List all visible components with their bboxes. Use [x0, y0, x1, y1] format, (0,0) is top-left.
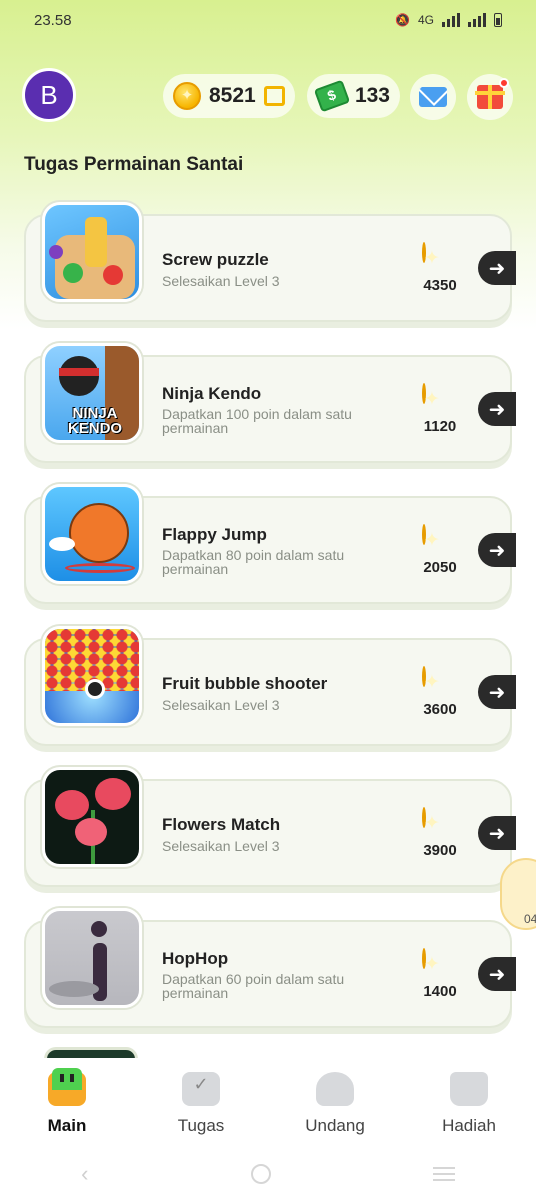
game-card-hophop[interactable]: HopHop Dapatkan 60 poin dalam satu perma… — [24, 908, 516, 1028]
coin-balance[interactable]: 8521 — [163, 74, 295, 118]
reward-coin — [422, 666, 456, 702]
arrow-right-icon: ➜ — [488, 822, 506, 845]
coin-icon — [422, 807, 426, 828]
game-title: Fruit bubble shooter — [162, 674, 328, 693]
gift-icon — [475, 85, 505, 109]
coin-icon — [173, 82, 201, 110]
arrow-right-icon: ➜ — [488, 539, 506, 562]
go-button[interactable]: ➜ — [478, 675, 516, 709]
nav-main[interactable]: Main — [12, 1066, 122, 1142]
game-title: HopHop — [162, 949, 229, 968]
nav-label: Undang — [305, 1116, 365, 1135]
mail-button[interactable] — [410, 74, 456, 120]
reward-coin — [422, 948, 456, 984]
system-nav-bar: ‹ — [0, 1148, 536, 1200]
game-task: Selesaikan Level 3 — [162, 838, 280, 854]
tasks-icon — [182, 1072, 220, 1106]
notification-dot — [499, 78, 509, 88]
network-label: 4G — [417, 13, 434, 27]
wallet-icon — [263, 86, 285, 106]
go-button[interactable]: ➜ — [478, 533, 516, 567]
reward-value: 1120 — [423, 418, 457, 435]
mute-icon: 🔕 — [395, 13, 410, 27]
game-task: Dapatkan 60 poin dalam satu permainan — [162, 971, 345, 1001]
status-bar: 23.58 🔕 4G — [0, 0, 536, 40]
cash-balance-value: 133 — [354, 84, 390, 107]
coin-icon — [422, 666, 426, 687]
game-card-fruit-bubble-shooter[interactable]: Fruit bubble shooter Selesaikan Level 3 … — [24, 626, 516, 746]
go-button[interactable]: ➜ — [478, 251, 516, 285]
signal-icon — [442, 13, 460, 27]
floating-widget-text: 04 — [524, 912, 536, 926]
hophop-thumbnail — [42, 908, 142, 1008]
signal-icon-2 — [468, 13, 486, 27]
coin-icon — [422, 948, 426, 969]
go-button[interactable]: ➜ — [478, 392, 516, 426]
game-card-flappy-jump[interactable]: Flappy Jump Dapatkan 80 poin dalam satu … — [24, 484, 516, 604]
nav-label: Main — [47, 1116, 87, 1135]
coin-balance-value: 8521 — [209, 84, 256, 107]
flappy-jump-thumbnail — [42, 484, 142, 584]
game-title: Flowers Match — [162, 815, 281, 834]
home-icon[interactable] — [250, 1164, 271, 1184]
game-task: Selesaikan Level 3 — [162, 273, 280, 289]
reward-coin — [422, 242, 456, 278]
reward-coin — [422, 524, 456, 560]
nav-undang[interactable]: Undang — [280, 1066, 390, 1142]
game-card-screw-puzzle[interactable]: Screw puzzle Selesaikan Level 3 4350 ➜ — [24, 202, 516, 322]
section-title: Tugas Permainan Santai — [24, 154, 244, 175]
reward-value: 2050 — [423, 559, 457, 576]
nav-tugas[interactable]: Tugas — [146, 1066, 256, 1142]
arrow-right-icon: ➜ — [488, 398, 506, 421]
nav-hadiah[interactable]: Hadiah — [414, 1066, 524, 1142]
coin-icon — [422, 524, 426, 545]
reward-icon — [450, 1072, 488, 1106]
game-task: Selesaikan Level 3 — [162, 697, 280, 713]
invite-icon — [316, 1072, 354, 1106]
arrow-right-icon: ➜ — [488, 681, 506, 704]
game-title: Flappy Jump — [162, 525, 267, 544]
recents-icon[interactable] — [432, 1167, 455, 1181]
arrow-right-icon: ➜ — [488, 257, 506, 280]
gift-button[interactable] — [467, 74, 513, 120]
coin-icon — [422, 383, 426, 404]
game-title: Screw puzzle — [162, 250, 269, 269]
reward-coin — [422, 383, 456, 419]
reward-coin — [422, 807, 456, 843]
bottom-nav: Main Tugas Undang Hadiah — [0, 1058, 536, 1148]
reward-value: 1400 — [423, 983, 457, 1000]
go-button[interactable]: ➜ — [478, 816, 516, 850]
back-icon[interactable]: ‹ — [81, 1161, 88, 1187]
reward-value: 3900 — [423, 842, 457, 859]
game-task: Dapatkan 100 poin dalam satu permainan — [162, 406, 352, 436]
ninja-kendo-thumb-text: NINJA KENDO — [67, 405, 123, 437]
floating-reward-widget[interactable]: 04 — [500, 858, 536, 930]
cash-balance[interactable]: 133 — [307, 74, 400, 118]
status-time: 23.58 — [34, 11, 72, 29]
avatar[interactable]: B — [22, 68, 76, 122]
fruit-bubble-shooter-thumbnail — [42, 626, 142, 726]
status-icons: 🔕 4G — [395, 13, 502, 27]
game-card-ninja-kendo[interactable]: NINJA KENDO Ninja Kendo Dapatkan 100 poi… — [24, 343, 516, 463]
game-task: Dapatkan 80 poin dalam satu permainan — [162, 547, 345, 577]
go-button[interactable]: ➜ — [478, 957, 516, 991]
game-title: Ninja Kendo — [162, 384, 262, 403]
reward-value: 4350 — [423, 277, 457, 294]
ninja-kendo-thumbnail: NINJA KENDO — [42, 343, 142, 443]
top-header: B 8521 133 — [0, 68, 536, 124]
reward-value: 3600 — [423, 701, 457, 718]
battery-icon — [494, 13, 502, 27]
nav-label: Hadiah — [442, 1116, 496, 1135]
arrow-right-icon: ➜ — [488, 963, 506, 986]
nav-label: Tugas — [177, 1116, 225, 1135]
cash-icon — [313, 79, 351, 113]
mail-icon — [419, 87, 447, 107]
flowers-match-thumbnail — [42, 767, 142, 867]
screw-puzzle-thumbnail — [42, 202, 142, 302]
coin-icon — [422, 242, 426, 263]
game-controller-icon — [48, 1068, 86, 1106]
game-card-flowers-match[interactable]: Flowers Match Selesaikan Level 3 3900 ➜ — [24, 767, 516, 887]
